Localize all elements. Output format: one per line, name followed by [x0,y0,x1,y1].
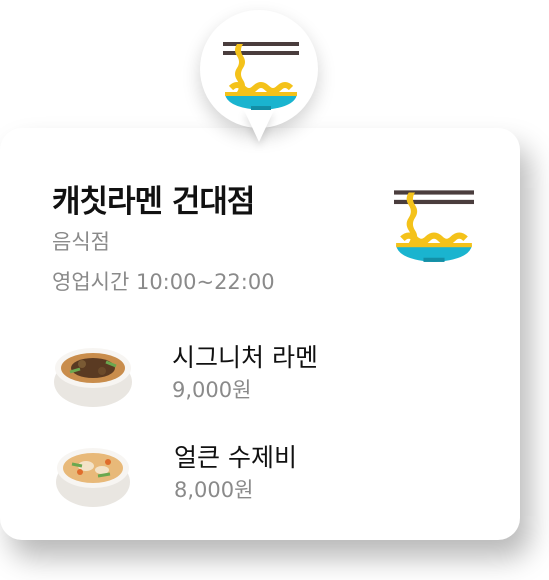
menu-item[interactable]: 얼큰 수제비 8,000원 [52,438,482,518]
ramen-bowl-icon [223,42,299,110]
signature-ramen-image [54,348,132,407]
menu-item[interactable]: 시그니처 라멘 9,000원 [52,338,482,418]
store-hours: 영업시간 10:00~22:00 [52,270,275,294]
menu-item-price: 8,000원 [174,478,254,502]
store-category: 음식점 [52,230,110,254]
menu-item-name: 얼큰 수제비 [174,443,297,472]
map-marker-popup: 캐칫라멘 건대점 음식점 영업시간 10:00~22:00 시그니처 라멘 9,… [0,0,549,580]
store-info-card[interactable]: 캐칫라멘 건대점 음식점 영업시간 10:00~22:00 시그니처 라멘 9,… [0,128,520,540]
store-name: 캐칫라멘 건대점 [52,184,255,220]
menu-item-price: 9,000원 [172,378,252,402]
sujebi-image [56,448,130,507]
pin-pointer [244,110,274,142]
menu-item-name: 시그니처 라멘 [172,343,318,372]
ramen-bowl-icon [394,190,474,262]
